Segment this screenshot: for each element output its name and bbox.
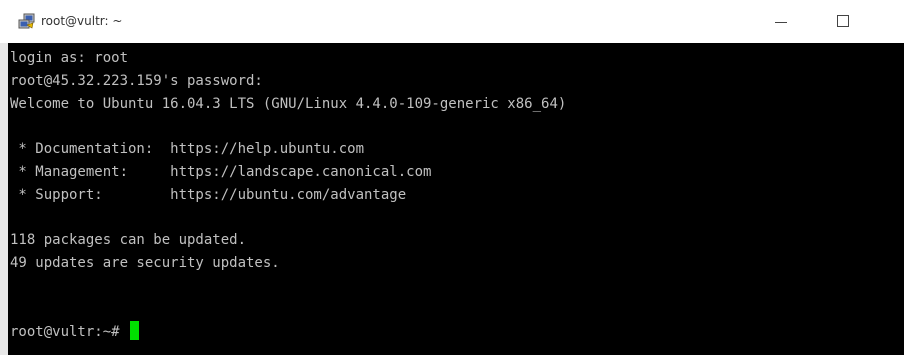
minimize-button[interactable] xyxy=(758,6,804,36)
terminal-area[interactable]: login as: root root@45.32.223.159's pass… xyxy=(0,43,904,355)
prompt-line[interactable]: root@vultr:~# xyxy=(10,320,566,344)
putty-window: root@vultr: ~ login as: root root@45.32.… xyxy=(0,0,904,355)
title-bar[interactable]: root@vultr: ~ xyxy=(0,0,904,43)
terminal-line: * Support: https://ubuntu.com/advantage xyxy=(10,186,407,203)
terminal-line: root@45.32.223.159's password: xyxy=(10,72,263,89)
terminal-line: 118 packages can be updated. xyxy=(10,232,247,249)
terminal-line: 49 updates are security updates. xyxy=(10,255,280,272)
minimize-icon xyxy=(775,22,787,23)
putty-icon[interactable] xyxy=(18,13,35,30)
maximize-button[interactable] xyxy=(820,6,866,36)
terminal-cursor xyxy=(129,320,139,340)
terminal-line: Welcome to Ubuntu 16.04.3 LTS (GNU/Linux… xyxy=(10,95,567,112)
terminal-line: login as: root xyxy=(10,50,129,66)
maximize-icon xyxy=(837,15,849,27)
terminal-output: login as: root root@45.32.223.159's pass… xyxy=(10,47,566,343)
shell-prompt: root@vultr:~# xyxy=(10,323,120,340)
terminal-line: * Documentation: https://help.ubuntu.com xyxy=(10,141,365,158)
terminal-line: * Management: https://landscape.canonica… xyxy=(10,163,432,180)
window-title: root@vultr: ~ xyxy=(41,14,123,28)
